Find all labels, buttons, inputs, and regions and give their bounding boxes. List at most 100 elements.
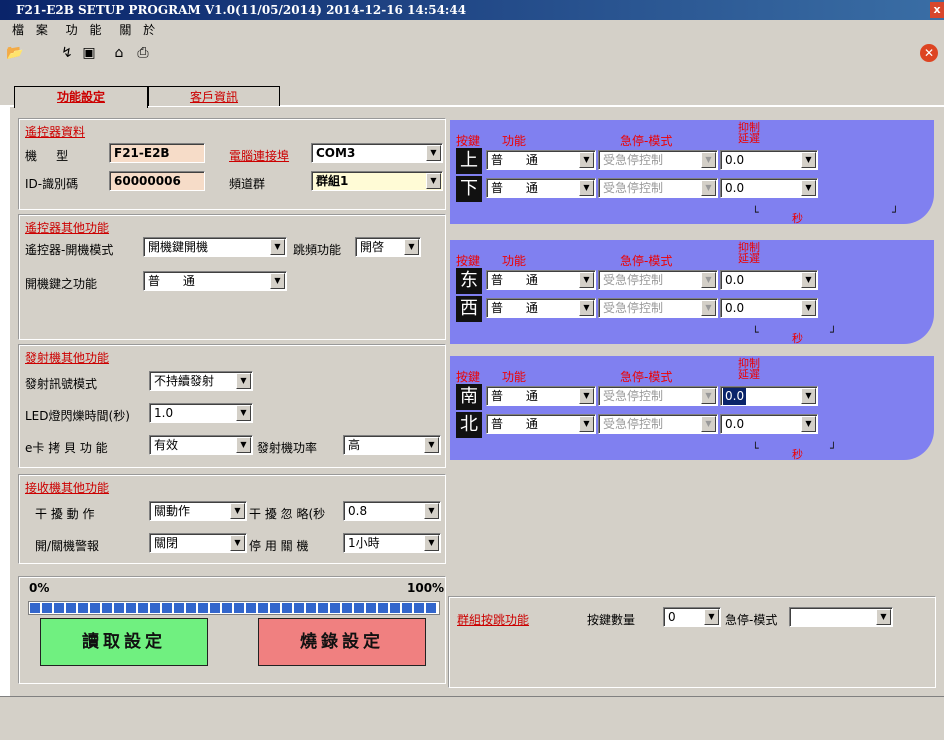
direction-key-2: 北 [456,412,482,438]
import-icon[interactable]: ↯ [58,44,76,62]
chevron-down-icon: ▼ [579,272,594,288]
seconds-label: 秒 [792,212,803,225]
delay-header: 延遲 [738,252,760,265]
estop-value: 受急停控制 [603,389,664,403]
progress-segment [162,603,172,613]
tab-customer[interactable]: 客戶資訊 [148,86,280,106]
group-jump-title: 群組按跳功能 [457,613,530,627]
estop-mode-select[interactable]: 受急停控制 ▼ [598,414,718,434]
led-select[interactable]: 1.0 ▼ [149,403,253,423]
save-icon[interactable]: ▣ [80,44,98,62]
chevron-down-icon: ▼ [236,373,251,389]
progress-segment [342,603,352,613]
close-window-button[interactable]: x [930,2,944,18]
power-key-value: 普 通 [148,274,195,288]
progress-segment [330,603,340,613]
menu-function[interactable]: 功 能 [66,23,106,37]
progress-segment [174,603,184,613]
tx-power-select[interactable]: 高 ▼ [343,435,441,455]
power-mode-value: 開機鍵開機 [148,240,209,254]
signal-mode-select[interactable]: 不持續發射 ▼ [149,371,253,391]
signal-mode-value: 不持續發射 [154,374,215,388]
function-select[interactable]: 普 通 ▼ [486,178,596,198]
progress-segment [402,603,412,613]
direction-key-1: 上 [456,148,482,174]
progress-segment [234,603,244,613]
menu-file[interactable]: 檔 案 [12,23,52,37]
delay-select[interactable]: 0.0 ▼ [720,270,818,290]
tab-settings[interactable]: 功能設定 [14,86,148,108]
tx-power-value: 高 [348,438,361,452]
id-field: 60000006 [109,171,205,191]
port-select[interactable]: COM3 ▼ [311,143,443,163]
ecard-select[interactable]: 有效 ▼ [149,435,253,455]
progress-segment [198,603,208,613]
power-mode-select[interactable]: 開機鍵開機 ▼ [143,237,287,257]
function-value: 普 通 [491,301,538,315]
function-select[interactable]: 普 通 ▼ [486,414,596,434]
model-label: 機 型 [25,149,69,163]
chevron-down-icon: ▼ [701,180,716,196]
chevron-down-icon: ▼ [801,272,816,288]
remote-title: 遙控器資料 [25,125,86,139]
direction-key-2: 西 [456,296,482,322]
direction-key-2: 下 [456,176,482,202]
progress-segment [126,603,136,613]
delay-header: 延遲 [738,132,760,145]
progress-max-label: 100% [407,581,445,595]
delay-select[interactable]: 0.0 ▼ [720,386,818,406]
disable-select[interactable]: 1小時 ▼ [343,533,441,553]
channel-select[interactable]: 群組1 ▼ [311,171,443,191]
function-select[interactable]: 普 通 ▼ [486,150,596,170]
menu-about[interactable]: 關 於 [119,23,159,37]
write-settings-button[interactable]: 燒錄設定 [258,618,426,666]
estop-mode-select[interactable]: 受急停控制 ▼ [598,270,718,290]
estop-mode-select[interactable]: 受急停控制 ▼ [598,386,718,406]
function-select[interactable]: 普 通 ▼ [486,298,596,318]
estop-mode-select[interactable]: 受急停控制 ▼ [598,178,718,198]
ecard-label: e卡 拷 貝 功 能 [25,441,108,455]
exit-icon[interactable]: ✕ [920,44,938,62]
estop-mode-select[interactable]: 受急停控制 ▼ [598,150,718,170]
print-icon[interactable]: ⎙ [134,44,152,62]
key-count-value: 0 [668,610,676,624]
estop-mode-select[interactable]: 受急停控制 ▼ [598,298,718,318]
delay-select[interactable]: 0.0 ▼ [720,414,818,434]
delay-select[interactable]: 0.0 ▼ [720,178,818,198]
interfere-select[interactable]: 關動作 ▼ [149,501,247,521]
key-header: 按鍵 [456,254,481,268]
ignore-label: 干 擾 忽 略(秒 [249,507,326,521]
progress-segment [414,603,424,613]
progress-segment [42,603,52,613]
led-value: 1.0 [154,406,174,420]
chevron-down-icon: ▼ [579,300,594,316]
remote-other-panel: 遙控器其他功能 遙控器-開機模式 開機鍵開機 ▼ 跳頻功能 開啓 ▼ 開機鍵之功能 … [18,214,446,340]
read-settings-button[interactable]: 讀取設定 [40,618,208,666]
interfere-label: 干 擾 動 作 [35,507,95,521]
progress-bar [28,601,440,615]
chevron-down-icon: ▼ [230,503,245,519]
signal-mode-label: 發射訊號模式 [25,377,98,391]
open-folder-icon[interactable]: 📂 [6,44,24,62]
progress-segment [150,603,160,613]
progress-segment [366,603,376,613]
alarm-select[interactable]: 關閉 ▼ [149,533,247,553]
home-icon[interactable]: ⌂ [110,44,128,62]
function-select[interactable]: 普 通 ▼ [486,270,596,290]
hop-select[interactable]: 開啓 ▼ [355,237,421,257]
channel-label: 頻道群 [229,177,266,191]
hop-label: 跳頻功能 [293,243,342,257]
chevron-down-icon: ▼ [236,437,251,453]
delay-select[interactable]: 0.0 ▼ [720,150,818,170]
function-select[interactable]: 普 通 ▼ [486,386,596,406]
chevron-down-icon: ▼ [876,609,891,625]
delay-select[interactable]: 0.0 ▼ [720,298,818,318]
key-count-select[interactable]: 0 ▼ [663,607,721,627]
ignore-value: 0.8 [348,504,368,518]
progress-segment [210,603,220,613]
progress-segment [30,603,40,613]
power-key-select[interactable]: 普 通 ▼ [143,271,287,291]
ignore-select[interactable]: 0.8 ▼ [343,501,441,521]
chevron-down-icon: ▼ [270,239,285,255]
group-estop-select[interactable]: ▼ [789,607,893,627]
